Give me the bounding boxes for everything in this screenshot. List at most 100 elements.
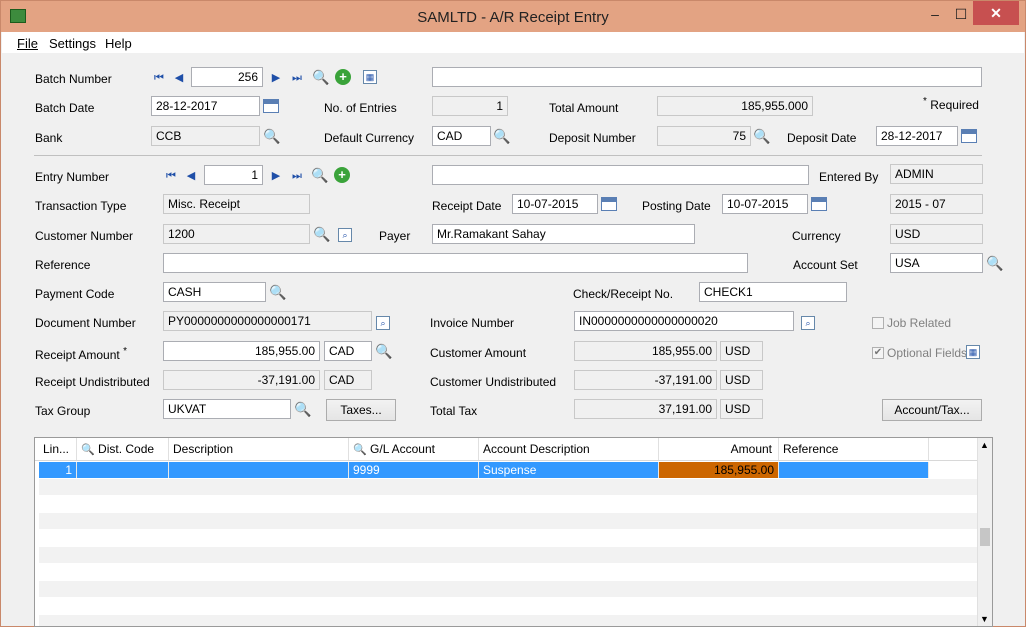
first-entry-icon[interactable]: ⏮ [163, 168, 179, 184]
maximize-button[interactable]: ☐ [951, 5, 971, 25]
receipt-date-field[interactable]: 10-07-2015 [512, 194, 598, 214]
deposit-date-field[interactable]: 28-12-2017 [876, 126, 958, 146]
currency-label: Currency [792, 229, 841, 243]
customer-zoom-icon[interactable]: ⌕ [338, 228, 352, 242]
receipt-undistributed-currency-field: CAD [324, 370, 372, 390]
reference-label: Reference [35, 258, 91, 272]
cell-dist-code[interactable] [77, 462, 169, 478]
invoice-zoom-icon[interactable]: ⌕ [801, 316, 815, 330]
scroll-down-icon[interactable]: ▼ [980, 614, 989, 624]
entry-description-field[interactable] [432, 165, 809, 185]
customer-amount-field: 185,955.00 [574, 341, 717, 361]
cell-gl-account[interactable]: 9999 [349, 462, 479, 478]
payment-code-field[interactable]: CASH [163, 282, 266, 302]
batch-calendar-list-icon[interactable]: ▦ [363, 70, 377, 84]
account-set-finder-icon[interactable]: 🔍 [986, 255, 1003, 271]
table-row[interactable]: 1 9999 Suspense 185,955.00 [39, 462, 980, 478]
col-dist-code-header[interactable]: 🔍 Dist. Code [77, 438, 169, 460]
transaction-type-label: Transaction Type [35, 199, 127, 213]
payment-code-finder-icon[interactable]: 🔍 [269, 284, 286, 300]
entry-finder-icon[interactable]: 🔍 [311, 167, 328, 183]
default-currency-field[interactable]: CAD [432, 126, 491, 146]
batch-finder-icon[interactable]: 🔍 [312, 69, 329, 85]
receipt-currency-finder-icon[interactable]: 🔍 [375, 343, 392, 359]
cell-reference[interactable] [779, 462, 929, 478]
posting-date-calendar-icon[interactable] [811, 197, 827, 211]
gl-account-finder-icon[interactable]: 🔍 [353, 444, 367, 456]
check-number-field[interactable]: CHECK1 [699, 282, 847, 302]
cell-amount[interactable]: 185,955.00 [659, 462, 779, 478]
dist-code-finder-icon[interactable]: 🔍 [81, 444, 95, 456]
distribution-grid[interactable]: Lin... 🔍 Dist. Code Description 🔍 G/L Ac… [34, 437, 993, 627]
last-entry-icon[interactable]: ⏭ [289, 168, 305, 184]
tax-group-finder-icon[interactable]: 🔍 [294, 401, 311, 417]
taxes-button[interactable]: Taxes... [326, 399, 396, 421]
payer-label: Payer [379, 229, 411, 243]
optional-fields-checkbox[interactable]: ✔ [872, 347, 884, 359]
receipt-amount-field[interactable]: 185,955.00 [163, 341, 320, 361]
deposit-date-calendar-icon[interactable] [961, 129, 977, 143]
title-bar[interactable]: SAMLTD - A/R Receipt Entry – ☐ ✕ [1, 1, 1025, 32]
bank-finder-icon[interactable]: 🔍 [263, 128, 280, 144]
batch-number-field[interactable]: 256 [191, 67, 263, 87]
customer-undistributed-field: -37,191.00 [574, 370, 717, 390]
currency-finder-icon[interactable]: 🔍 [493, 128, 510, 144]
previous-entry-icon[interactable]: ◀ [183, 168, 199, 184]
customer-finder-icon[interactable]: 🔍 [313, 226, 330, 242]
scroll-up-icon[interactable]: ▲ [980, 440, 989, 450]
batch-description-field[interactable] [432, 67, 982, 87]
col-dist-code-label: Dist. Code [98, 442, 155, 456]
receipt-date-calendar-icon[interactable] [601, 197, 617, 211]
first-batch-icon[interactable]: ⏮ [151, 70, 167, 86]
customer-number-field: 1200 [163, 224, 310, 244]
receipt-currency-field[interactable]: CAD [324, 341, 372, 361]
next-entry-icon[interactable]: ▶ [268, 168, 284, 184]
col-amount-header[interactable]: Amount [659, 438, 779, 460]
menu-help[interactable]: Help [105, 36, 132, 51]
cell-line[interactable]: 1 [39, 462, 77, 478]
col-description-header[interactable]: Description [169, 438, 349, 460]
grid-scrollbar[interactable]: ▲ ▼ [977, 438, 992, 626]
batch-date-field[interactable]: 28-12-2017 [151, 96, 260, 116]
tax-group-field[interactable]: UKVAT [163, 399, 291, 419]
batch-date-calendar-icon[interactable] [263, 99, 279, 113]
receipt-amount-label-text: Receipt Amount [35, 348, 120, 362]
app-window: SAMLTD - A/R Receipt Entry – ☐ ✕ File Se… [0, 0, 1026, 627]
document-zoom-icon[interactable]: ⌕ [376, 316, 390, 330]
empty-row [39, 615, 980, 626]
menu-settings[interactable]: Settings [49, 36, 96, 51]
job-related-checkbox[interactable] [872, 317, 884, 329]
minimize-button[interactable]: – [925, 5, 945, 25]
col-reference-header[interactable]: Reference [779, 438, 929, 460]
entry-number-field[interactable]: 1 [204, 165, 263, 185]
reference-field[interactable] [163, 253, 748, 273]
cell-description[interactable] [169, 462, 349, 478]
job-related-label: Job Related [887, 316, 952, 330]
posting-date-field[interactable]: 10-07-2015 [722, 194, 808, 214]
transaction-type-field[interactable]: Misc. Receipt [163, 194, 310, 214]
cell-account-description[interactable]: Suspense [479, 462, 659, 478]
account-tax-button[interactable]: Account/Tax... [882, 399, 982, 421]
entries-label: No. of Entries [324, 101, 397, 115]
col-account-description-header[interactable]: Account Description [479, 438, 659, 460]
optional-fields-zoom-icon[interactable]: ▦ [966, 345, 980, 359]
new-batch-icon[interactable]: + [335, 69, 351, 85]
last-batch-icon[interactable]: ⏭ [289, 70, 305, 86]
previous-batch-icon[interactable]: ◀ [171, 70, 187, 86]
total-tax-currency-field: USD [720, 399, 763, 419]
menu-file[interactable]: File [17, 36, 38, 51]
new-entry-icon[interactable]: + [334, 167, 350, 183]
grid-header: Lin... 🔍 Dist. Code Description 🔍 G/L Ac… [35, 438, 980, 461]
col-line-header[interactable]: Lin... [39, 438, 77, 460]
receipt-undistributed-label: Receipt Undistributed [35, 375, 150, 389]
total-amount-label: Total Amount [549, 101, 619, 115]
col-gl-account-header[interactable]: 🔍 G/L Account [349, 438, 479, 460]
scrollbar-thumb[interactable] [980, 528, 990, 546]
batch-date-label: Batch Date [35, 101, 95, 115]
invoice-number-field[interactable]: IN0000000000000000020 [574, 311, 794, 331]
account-set-field[interactable]: USA [890, 253, 983, 273]
next-batch-icon[interactable]: ▶ [268, 70, 284, 86]
close-button[interactable]: ✕ [973, 1, 1019, 25]
deposit-finder-icon[interactable]: 🔍 [753, 128, 770, 144]
payer-field[interactable]: Mr.Ramakant Sahay [432, 224, 695, 244]
